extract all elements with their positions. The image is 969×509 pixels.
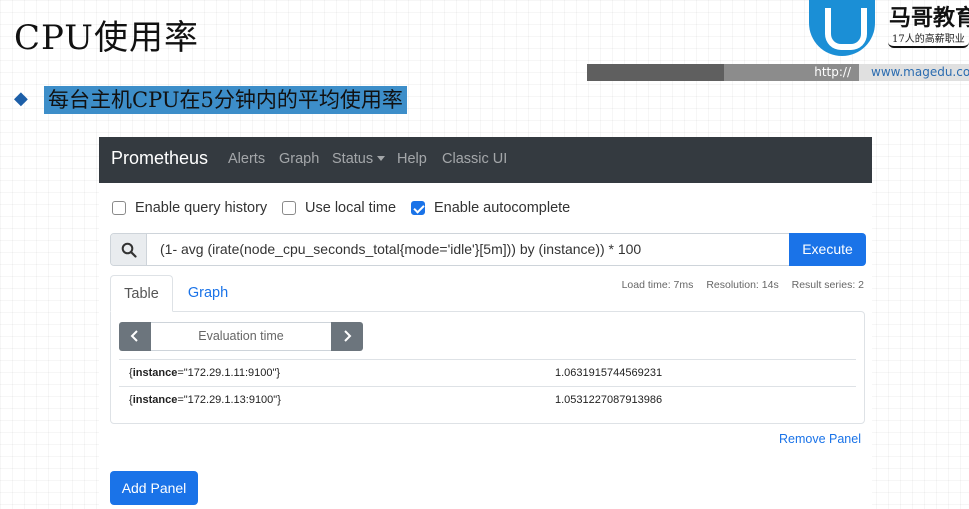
nav-help[interactable]: Help — [397, 151, 427, 167]
prometheus-app: Prometheus Alerts Graph Status Help Clas… — [99, 137, 872, 509]
result-series: Result series: 2 — [791, 279, 864, 291]
table-row: {instance="172.29.1.11:9100"} 1.06319157… — [119, 359, 856, 386]
url-bar-dark — [587, 64, 724, 81]
option-local-time[interactable]: Use local time — [282, 199, 396, 217]
diamond-bullet-icon: ◆ — [14, 88, 28, 109]
add-panel-button[interactable]: Add Panel — [110, 471, 198, 505]
caret-down-icon — [377, 156, 386, 161]
logo-swoosh — [888, 42, 969, 48]
tab-graph[interactable]: Graph — [177, 275, 239, 312]
query-bar: (1- avg (irate(node_cpu_seconds_total{mo… — [110, 233, 866, 266]
nav-alerts[interactable]: Alerts — [228, 151, 265, 167]
table-row: {instance="172.29.1.13:9100"} 1.05312270… — [119, 386, 856, 413]
label-name: instance — [132, 367, 178, 379]
remove-panel-link[interactable]: Remove Panel — [779, 432, 861, 446]
series-value: 1.0631915744569231 — [555, 367, 663, 379]
logo-name: 马哥教育 — [889, 6, 969, 31]
chevron-right-icon — [344, 330, 352, 342]
option-autocomplete[interactable]: Enable autocomplete — [411, 199, 570, 217]
nav-status[interactable]: Status — [332, 151, 386, 167]
resolution: Resolution: 14s — [706, 279, 779, 291]
label-value: ="172.29.1.11:9100" — [177, 367, 277, 379]
navbar-brand[interactable]: Prometheus — [111, 148, 208, 169]
series-value: 1.0531227087913986 — [555, 394, 663, 406]
label-name: instance — [132, 394, 178, 406]
eval-prev-button[interactable] — [119, 322, 151, 351]
table-panel: Evaluation time {instance="172.29.1.11:9… — [110, 311, 865, 424]
option-query-history[interactable]: Enable query history — [112, 199, 267, 217]
local-time-checkbox[interactable] — [282, 201, 296, 215]
eval-next-button[interactable] — [331, 322, 363, 351]
autocomplete-checkbox[interactable] — [411, 201, 425, 215]
url-text: www.magedu.com — [859, 64, 969, 81]
url-prefix: http:// — [724, 64, 859, 81]
tab-table[interactable]: Table — [110, 275, 173, 312]
execute-button[interactable]: Execute — [789, 233, 866, 266]
search-button[interactable] — [111, 234, 147, 265]
evaluation-time-control: Evaluation time — [119, 322, 364, 351]
series-labels: {instance="172.29.1.11:9100"} — [129, 367, 281, 379]
query-history-label: Enable query history — [135, 200, 268, 216]
chevron-left-icon — [130, 330, 138, 342]
load-time: Load time: 7ms — [621, 279, 694, 291]
slide-title: CPU使用率 — [14, 18, 199, 58]
nav-classic-ui[interactable]: Classic UI — [442, 151, 507, 167]
series-labels: {instance="172.29.1.13:9100"} — [129, 394, 281, 406]
query-input[interactable]: (1- avg (irate(node_cpu_seconds_total{mo… — [160, 241, 641, 257]
evaluation-time-input[interactable]: Evaluation time — [151, 322, 331, 351]
nav-graph[interactable]: Graph — [279, 151, 319, 167]
label-value: ="172.29.1.13:9100" — [177, 394, 278, 406]
nav-status-label: Status — [332, 151, 374, 167]
query-stats: Load time: 7ms Resolution: 14s Result se… — [612, 279, 864, 291]
autocomplete-label: Enable autocomplete — [434, 200, 571, 216]
navbar: Prometheus Alerts Graph Status Help Clas… — [99, 137, 872, 183]
slide-subtitle: 每台主机CPU在5分钟内的平均使用率 — [44, 86, 407, 114]
search-icon — [121, 242, 137, 258]
query-history-checkbox[interactable] — [112, 201, 126, 215]
local-time-label: Use local time — [305, 200, 397, 216]
